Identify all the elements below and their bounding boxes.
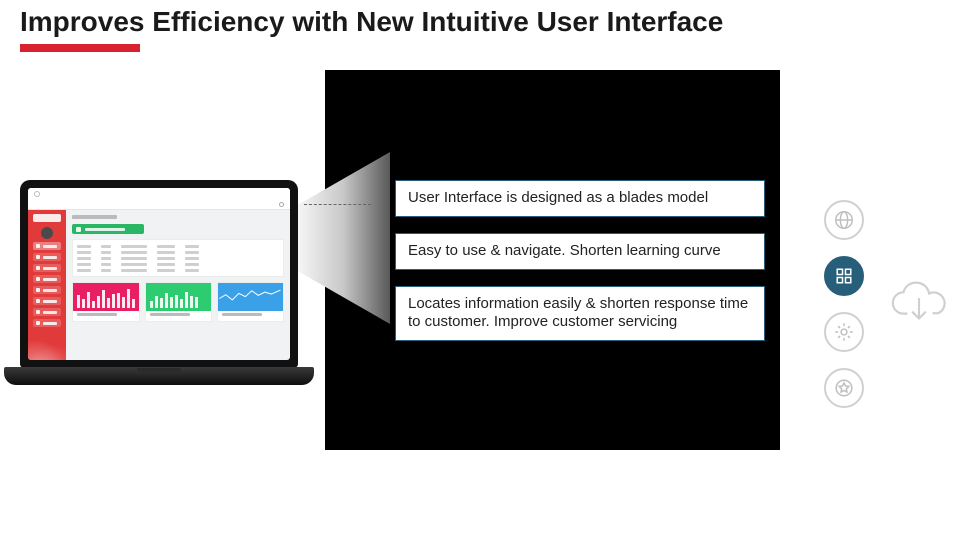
sidebar-decoration (28, 330, 66, 360)
grid-icon (824, 256, 864, 296)
callout-item: User Interface is designed as a blades m… (395, 180, 765, 217)
charts-row (72, 282, 284, 322)
callout-item: Locates information easily & shorten res… (395, 286, 765, 342)
bar-chart-green (146, 283, 211, 311)
gear-icon (279, 202, 284, 207)
sidebar-item (33, 297, 61, 305)
callout-item: Easy to use & navigate. Shorten learning… (395, 233, 765, 270)
sidebar-item (33, 286, 61, 294)
globe-icon (824, 200, 864, 240)
app-body (28, 210, 290, 360)
chart-card-blue (217, 282, 284, 322)
sidebar-item (33, 253, 61, 261)
chart-card-pink (72, 282, 140, 322)
app-main (66, 210, 290, 360)
star-badge-icon (824, 368, 864, 408)
line-chart-blue (218, 283, 283, 311)
page-heading-pill (72, 224, 144, 234)
app-topbar (28, 200, 290, 210)
data-table (72, 239, 284, 277)
slide-title: Improves Efficiency with New Intuitive U… (0, 0, 960, 44)
callout-list: User Interface is designed as a blades m… (395, 180, 765, 341)
sidebar-item (33, 319, 61, 327)
icon-column (822, 200, 866, 408)
avatar (41, 227, 53, 239)
sidebar-item (33, 308, 61, 316)
chart-card-green (145, 282, 212, 322)
breadcrumb (72, 215, 117, 219)
app-sidebar (28, 210, 66, 360)
chart-label (150, 313, 190, 316)
sidebar-item (33, 242, 61, 250)
window-control-icon (34, 191, 40, 197)
laptop-body (20, 180, 298, 368)
chart-label (77, 313, 117, 316)
slide-stage: User Interface is designed as a blades m… (0, 60, 960, 540)
sidebar-item (33, 275, 61, 283)
laptop-base (4, 367, 314, 385)
gear-icon (824, 312, 864, 352)
laptop-screen (28, 188, 290, 360)
sidebar-brand (33, 214, 61, 222)
laptop-mockup (4, 180, 314, 385)
title-underline (20, 44, 140, 52)
chart-label (222, 313, 262, 316)
sidebar-item (33, 264, 61, 272)
cloud-download-icon (888, 276, 950, 328)
bar-chart-pink (73, 283, 139, 311)
browser-chrome (28, 188, 290, 200)
